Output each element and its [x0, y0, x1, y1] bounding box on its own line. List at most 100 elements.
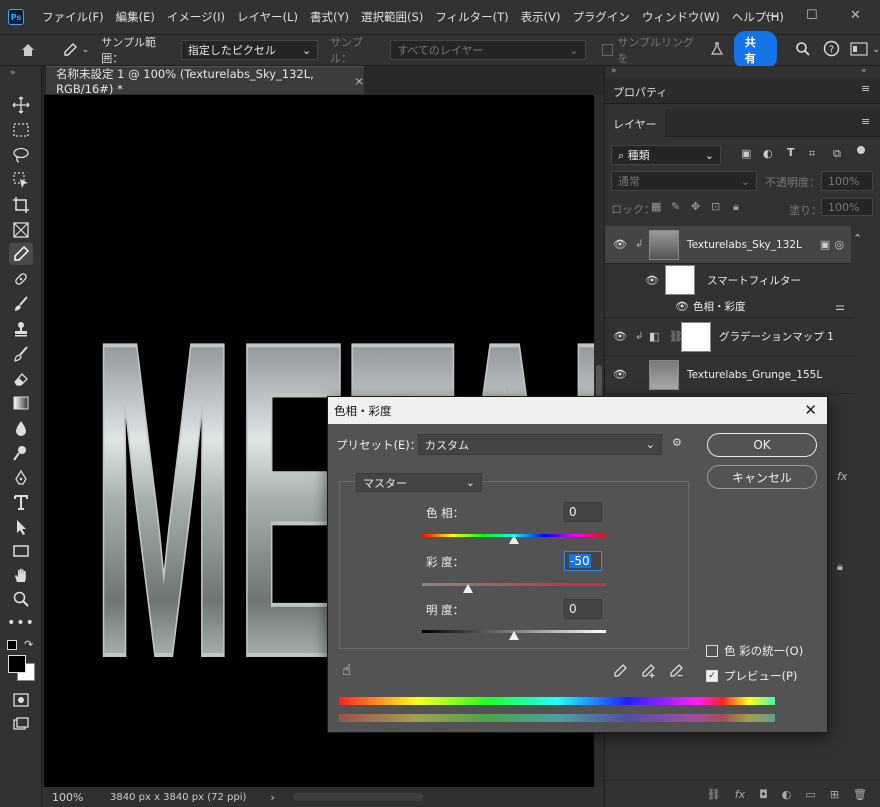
layer-filter-select[interactable]: ⌕ 種類 ⌄: [611, 145, 721, 165]
screen-mode-icon[interactable]: [9, 713, 33, 735]
filter-toggle-icon[interactable]: [857, 146, 865, 154]
panel-menu-icon[interactable]: ≡: [861, 82, 870, 95]
lock-all-icon[interactable]: 🔒︎: [733, 200, 739, 214]
zoom-tool-icon[interactable]: [9, 588, 33, 610]
new-adjustment-icon[interactable]: ◐: [782, 788, 792, 801]
preset-select[interactable]: カスタム ⌄: [418, 434, 662, 455]
smart-object-filter-icon[interactable]: ⧉: [833, 147, 841, 161]
sampling-ring-checkbox[interactable]: [601, 44, 614, 56]
layer-row[interactable]: 👁︎ ↲ ◧ ⛓︎ グラデーションマップ 1: [605, 318, 851, 356]
gradient-tool-icon[interactable]: [9, 392, 33, 414]
default-colors-icon[interactable]: [7, 640, 17, 650]
foreground-color-swatch[interactable]: [8, 655, 26, 673]
spot-healing-tool-icon[interactable]: [9, 268, 33, 290]
help-icon[interactable]: ?: [823, 40, 840, 60]
fill-field[interactable]: 100%: [821, 198, 873, 216]
chevron-down-icon[interactable]: ⌄: [872, 45, 880, 55]
close-window-icon[interactable]: ✕: [850, 8, 861, 23]
hue-slider-knob[interactable]: [509, 535, 519, 544]
brush-tool-icon[interactable]: [9, 293, 33, 315]
tab-properties[interactable]: プロパティ: [613, 84, 667, 100]
collapse-icon[interactable]: «: [861, 66, 867, 76]
menu-select[interactable]: 選択範囲(S): [355, 9, 429, 25]
status-arrow-icon[interactable]: ›: [270, 791, 274, 804]
type-tool-icon[interactable]: [9, 491, 33, 513]
tab-layers[interactable]: レイヤー: [605, 109, 665, 137]
eye-icon[interactable]: 👁︎: [605, 330, 635, 343]
eyedropper-tool-icon[interactable]: ⌄: [62, 42, 89, 58]
lock-paint-icon[interactable]: ✎: [671, 200, 680, 213]
document-info[interactable]: 3840 px x 3840 px (72 ppi): [110, 792, 246, 803]
panel-menu-icon[interactable]: ≡: [861, 115, 870, 128]
lock-transparent-icon[interactable]: ▦: [651, 200, 661, 213]
eraser-tool-icon[interactable]: [9, 368, 33, 390]
eye-icon[interactable]: 👁︎: [605, 368, 635, 381]
more-tools-icon[interactable]: •••: [7, 612, 34, 634]
flask-icon[interactable]: [710, 41, 724, 59]
blur-tool-icon[interactable]: [9, 417, 33, 439]
cancel-button[interactable]: キャンセル: [707, 465, 817, 489]
menu-window[interactable]: ウィンドウ(W): [636, 9, 726, 25]
hand-tool-icon[interactable]: [9, 564, 33, 586]
eyedropper-icon[interactable]: [612, 663, 628, 682]
menu-file[interactable]: ファイル(F): [36, 9, 110, 25]
menu-view[interactable]: 表示(V): [515, 9, 567, 25]
menu-plugins[interactable]: プラグイン: [566, 9, 636, 25]
horizontal-scrollbar[interactable]: [292, 793, 423, 801]
eye-icon[interactable]: 👁︎: [605, 274, 665, 287]
saturation-input[interactable]: -50: [564, 551, 602, 571]
sample-select[interactable]: すべてのレイヤー ⌄: [390, 40, 586, 60]
pen-tool-icon[interactable]: [9, 467, 33, 489]
menu-layer[interactable]: レイヤー(L): [231, 9, 304, 25]
preset-options-gear-icon[interactable]: ⚙︎: [672, 436, 682, 449]
dialog-close-icon[interactable]: ✕: [804, 401, 817, 419]
opacity-field[interactable]: 100%: [821, 171, 873, 191]
image-filter-icon[interactable]: ▣: [741, 147, 751, 160]
maximize-icon[interactable]: ☐: [806, 8, 818, 23]
layer-row[interactable]: 👁︎ Texturelabs_Grunge_155L: [605, 356, 851, 394]
lock-artboard-icon[interactable]: ⊡: [711, 200, 720, 213]
lock-position-icon[interactable]: ✥: [691, 200, 700, 213]
menu-type[interactable]: 書式(Y): [304, 9, 355, 25]
layer-row[interactable]: 👁︎ スマートフィルター: [605, 264, 851, 296]
menu-filter[interactable]: フィルター(T): [429, 9, 514, 25]
sample-range-select[interactable]: 指定したピクセル ⌄: [180, 40, 319, 60]
channel-select[interactable]: マスター ⌄: [356, 473, 482, 492]
eye-icon[interactable]: 👁︎: [605, 238, 635, 251]
menu-image[interactable]: イメージ(I): [161, 9, 231, 25]
link-layers-icon[interactable]: ⛓︎: [707, 788, 721, 801]
zoom-level[interactable]: 100%: [52, 791, 96, 804]
eyedropper-tool-icon[interactable]: [9, 243, 33, 265]
add-mask-icon[interactable]: ◘: [759, 788, 768, 801]
expand-icon[interactable]: »: [10, 68, 16, 78]
dodge-tool-icon[interactable]: [9, 442, 33, 464]
add-style-icon[interactable]: fx: [735, 788, 745, 801]
layer-row[interactable]: 👁︎ 色相・彩度 ⚌: [605, 296, 851, 318]
new-layer-icon[interactable]: ⊞: [830, 788, 839, 801]
fx-icon[interactable]: fx: [837, 470, 847, 483]
preview-option[interactable]: ✓ プレビュー(P): [706, 668, 797, 684]
lightness-input[interactable]: 0: [564, 599, 602, 619]
expand-icon[interactable]: »: [611, 66, 617, 76]
preview-checkbox[interactable]: ✓: [706, 670, 718, 682]
delete-layer-icon[interactable]: 🗑︎: [853, 788, 867, 801]
saturation-slider[interactable]: [422, 583, 606, 586]
colorize-option[interactable]: 色 彩の統一(O): [706, 643, 803, 659]
lasso-tool-icon[interactable]: [9, 144, 33, 166]
search-icon[interactable]: [795, 41, 811, 60]
lightness-slider-knob[interactable]: [509, 631, 519, 640]
chevron-up-icon[interactable]: ⌃: [853, 232, 862, 245]
history-brush-tool-icon[interactable]: [9, 343, 33, 365]
home-icon[interactable]: [20, 41, 38, 59]
on-image-adjust-hand-icon[interactable]: ☝︎: [342, 661, 351, 679]
hue-input[interactable]: 0: [564, 502, 602, 522]
blend-mode-select[interactable]: 通常 ⌄: [611, 171, 757, 191]
colorize-checkbox[interactable]: [706, 645, 718, 657]
saturation-slider-knob[interactable]: [463, 584, 473, 593]
object-select-tool-icon[interactable]: [9, 169, 33, 191]
crop-tool-icon[interactable]: [9, 194, 33, 216]
document-tab[interactable]: 名称未設定 1 @ 100% (Texturelabs_Sky_132L, RG…: [46, 66, 364, 96]
swap-colors-icon[interactable]: ↷: [24, 638, 33, 651]
move-tool-icon[interactable]: [9, 94, 33, 116]
ok-button[interactable]: OK: [707, 433, 817, 457]
